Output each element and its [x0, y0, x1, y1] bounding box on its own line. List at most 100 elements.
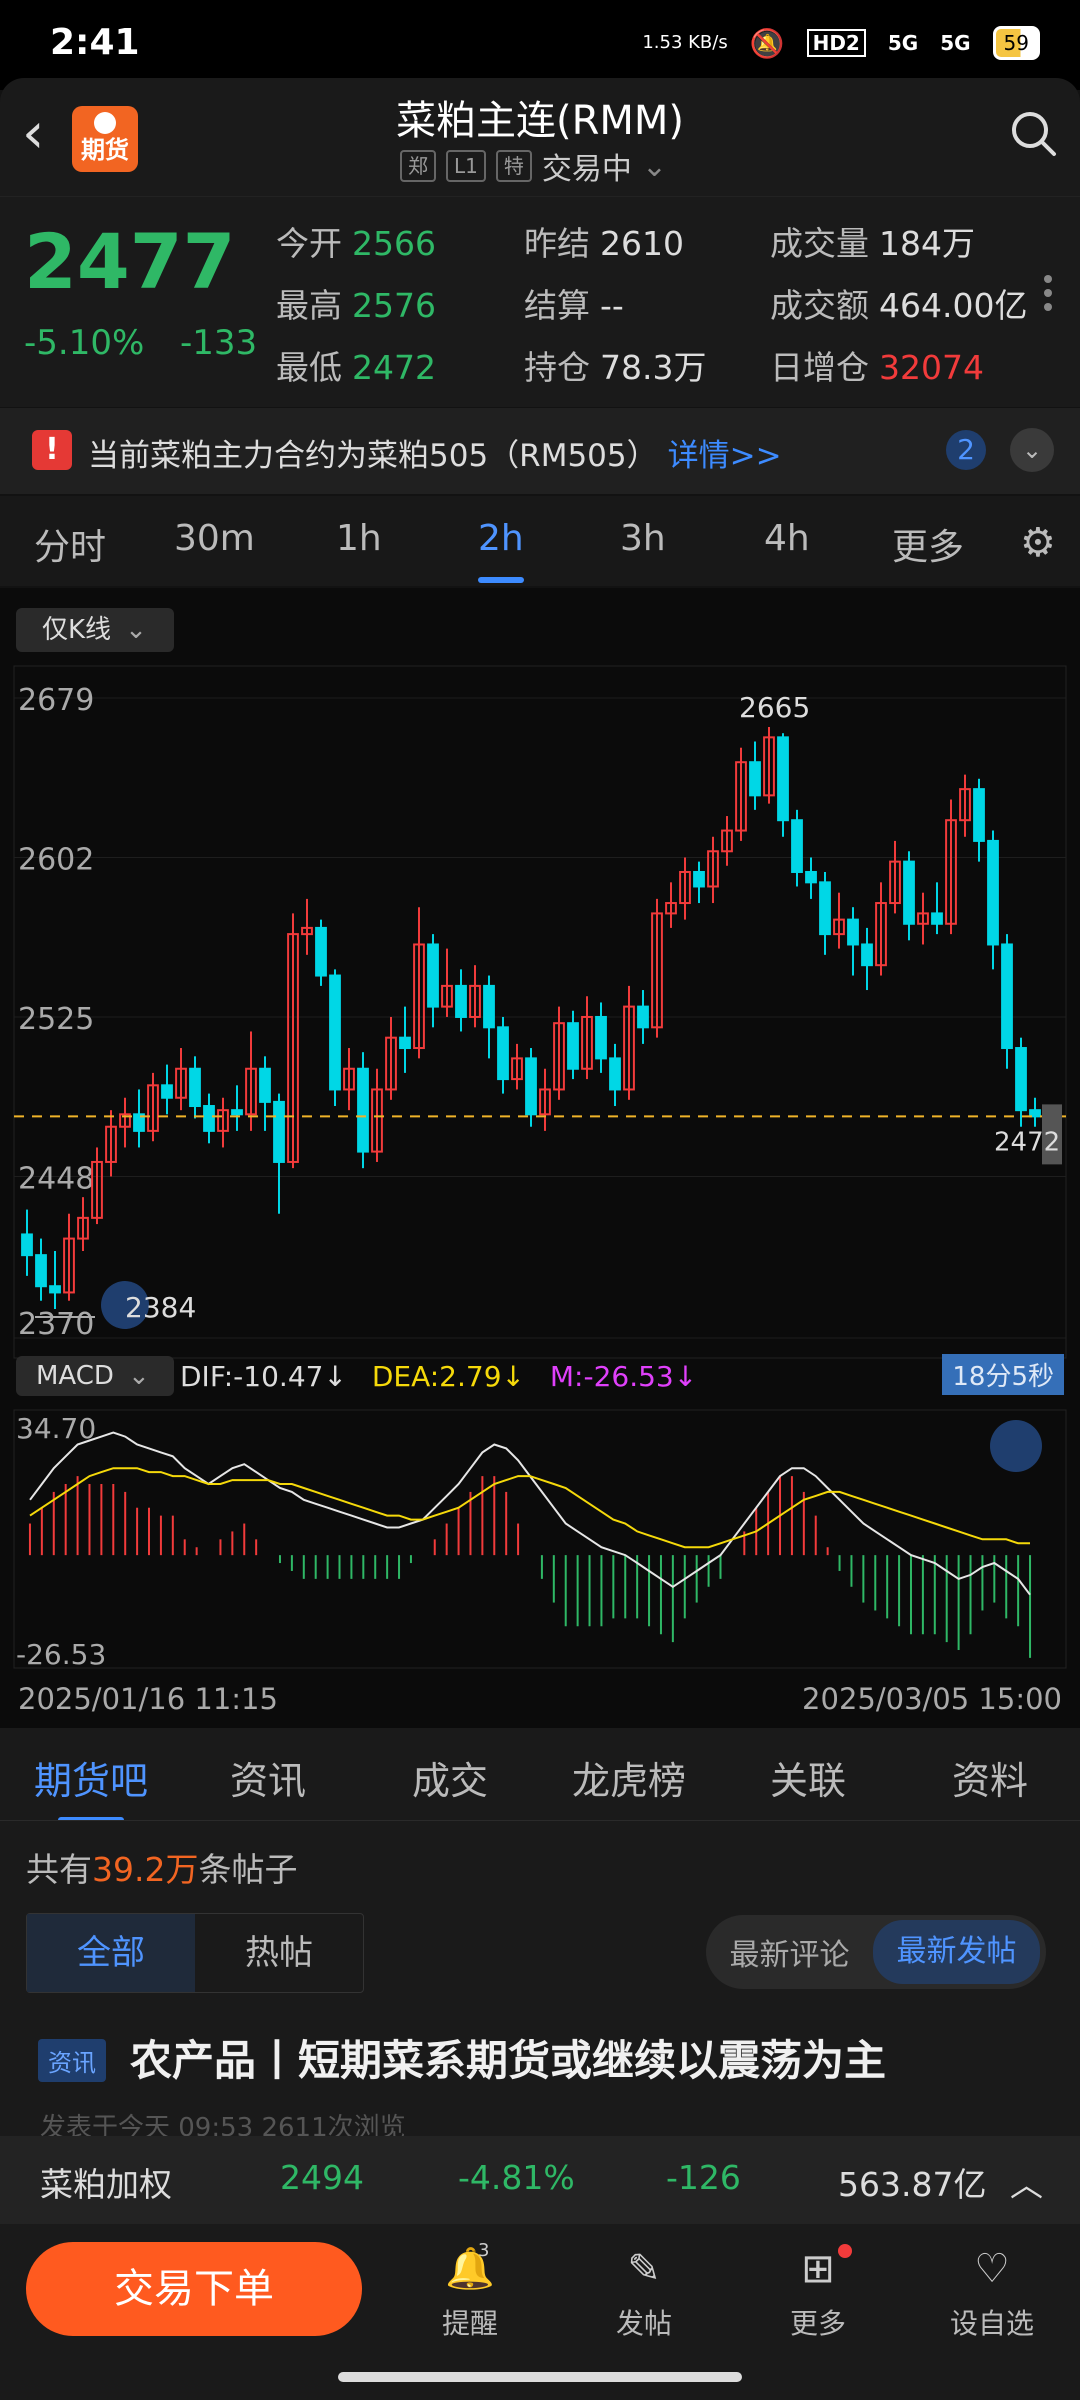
tab-more[interactable]: 更多 [892, 518, 964, 570]
status-icons: 1.53 KB/s 🔕 HD2 5G 5G 59 [642, 26, 1040, 60]
tab-30m[interactable]: 30m [174, 518, 255, 559]
news-title[interactable]: 农产品丨短期菜系期货或继续以震荡为主 [130, 2027, 886, 2088]
y-tick-label: 2602 [18, 842, 94, 877]
macd-bottom-label: -26.53 [16, 1638, 106, 1671]
candle [399, 1036, 411, 1050]
candle [49, 1285, 61, 1294]
heart-plus-icon: ♡ [974, 2246, 1010, 2292]
trade-order-button[interactable]: 交易下单 [26, 2242, 362, 2336]
add-watchlist-button[interactable]: ♡ 设自选 [932, 2242, 1052, 2342]
details-link[interactable]: 详情>> [668, 438, 782, 474]
last-price-label: 2472 [994, 1127, 1060, 1157]
candle [861, 943, 873, 967]
change-percent: -5.10% [24, 323, 145, 363]
candle [497, 1026, 509, 1081]
app-header: ‹ 期货 菜粕主连(RMM) 郑 L1 特 交易中 ⌄ [0, 78, 1080, 196]
tab-trades[interactable]: 成交 [412, 1750, 488, 1805]
chevron-down-icon[interactable]: ⌄ [1010, 428, 1054, 472]
m-value: M:-26.53↓ [549, 1360, 698, 1393]
tab-3h[interactable]: 3h [620, 518, 666, 559]
sort-latest-post[interactable]: 最新发帖 [873, 1920, 1040, 1984]
candle [203, 1105, 215, 1132]
open-interest-stat: 持仓 78.3万 [524, 348, 707, 387]
filter-all[interactable]: 全部 [27, 1914, 195, 1992]
candle [357, 1067, 369, 1153]
open-stat: 今开 2566 [276, 224, 436, 263]
weighted-pct: -4.81% [458, 2158, 575, 2197]
candle [847, 918, 859, 946]
candle [609, 1057, 621, 1091]
candle [777, 736, 789, 822]
candle [791, 819, 803, 873]
low-price-label: 2384 [125, 1291, 196, 1324]
notice-bar[interactable]: ! 当前菜粕主力合约为菜粕505（RM505） 详情>> 2 ⌄ [0, 408, 1080, 494]
tab-profile[interactable]: 资料 [952, 1750, 1028, 1805]
tab-dragon-tiger[interactable]: 龙虎榜 [572, 1750, 686, 1805]
kline-chart[interactable]: 2679 2602 2525 2448 2370 2665 2384 2472 34.70 -26… [0, 588, 1080, 1728]
bottom-bar: 交易下单 🔔 提醒 3 ✎ 发帖 ⊞ 更多 ♡ 设自选 [0, 2224, 1080, 2400]
chevron-down-icon: ⌄ [127, 1361, 150, 1391]
notice-text: 当前菜粕主力合约为菜粕505（RM505） 详情>> [88, 438, 782, 474]
candle [273, 1100, 285, 1163]
page-title: 菜粕主连(RMM) [395, 98, 685, 144]
more-button[interactable]: ⊞ 更多 [758, 2242, 878, 2342]
candle [1001, 943, 1013, 1050]
chevron-down-icon[interactable]: ⌄ [642, 149, 667, 184]
section-tabs: 期货吧 资讯 成交 龙虎榜 关联 资料 [0, 1728, 1080, 1823]
candle [973, 788, 985, 842]
candle [161, 1084, 173, 1099]
sort-latest-comment[interactable]: 最新评论 [706, 1930, 873, 1974]
amount-stat: 成交额 464.00亿 [770, 286, 1028, 325]
weighted-change: -126 [666, 2158, 741, 2197]
grid-icon: ⊞ [801, 2246, 835, 2292]
macd-values: DIF:-10.47↓ DEA:2.79↓ M:-26.53↓ [180, 1360, 697, 1393]
net-speed: 1.53 KB/s [642, 32, 728, 53]
candle [987, 839, 999, 946]
candle [315, 926, 327, 977]
candle [231, 1109, 243, 1116]
level-tag: L1 [446, 150, 486, 182]
candle [903, 860, 915, 925]
tab-1h[interactable]: 1h [336, 518, 382, 559]
filter-hot[interactable]: 热帖 [195, 1914, 363, 1992]
gear-icon[interactable]: ⚙ [1020, 520, 1056, 566]
post-filter-segment: 全部 热帖 [26, 1913, 364, 1993]
post-count: 共有39.2万条帖子 [26, 1850, 298, 1889]
tab-4h[interactable]: 4h [764, 518, 810, 559]
home-indicator [338, 2372, 742, 2382]
candle [805, 870, 817, 884]
chevron-up-icon[interactable]: ︿ [1010, 2158, 1043, 2206]
tab-related[interactable]: 关联 [770, 1750, 846, 1805]
weighted-amount: 563.87亿 [838, 2165, 987, 2204]
dif-line [29, 1431, 1031, 1596]
change-value: -133 [180, 323, 258, 363]
tab-timeshare[interactable]: 分时 [34, 518, 106, 570]
tab-futures-forum[interactable]: 期货吧 [34, 1750, 148, 1823]
prev-settle-stat: 昨结 2610 [524, 224, 684, 263]
alert-icon: ! [32, 430, 72, 470]
chart-area[interactable]: 仅K线 ⌄ 2679 2602 2525 2448 2370 2665 2384 2472 34.… [0, 588, 1080, 1728]
compose-icon: ✎ [627, 2246, 661, 2292]
contract-tags: 郑 L1 特 交易中 ⌄ [400, 144, 667, 188]
news-tag: 资讯 [38, 2039, 106, 2082]
tab-2h[interactable]: 2h [478, 518, 524, 583]
search-icon[interactable] [1008, 108, 1058, 158]
status-time: 2:41 [50, 22, 140, 63]
signal-icon: 5G [887, 31, 919, 55]
dif-value: DIF:-10.47↓ [180, 1360, 347, 1393]
remind-button[interactable]: 🔔 提醒 3 [410, 2240, 530, 2342]
quote-panel: 2477 -5.10% -133 今开 2566 昨结 2610 成交量 184万 最… [0, 196, 1080, 407]
weighted-index-row[interactable]: 菜粕加权 2494 -4.81% -126 563.87亿 ︿ [0, 2136, 1080, 2224]
candle [21, 1233, 33, 1257]
indicator-select[interactable]: MACD ⌄ [16, 1356, 174, 1396]
more-vertical-icon[interactable] [1044, 269, 1054, 317]
candle [819, 881, 831, 936]
high-stat: 最高 2576 [276, 286, 436, 325]
high-price-label: 2665 [739, 691, 810, 724]
candle [427, 943, 439, 1008]
tab-news[interactable]: 资讯 [230, 1750, 306, 1805]
trading-status[interactable]: 交易中 [542, 144, 632, 188]
candle [189, 1067, 201, 1108]
chart-end-date: 2025/03/05 15:00 [802, 1682, 1062, 1716]
post-button[interactable]: ✎ 发帖 [584, 2242, 704, 2342]
